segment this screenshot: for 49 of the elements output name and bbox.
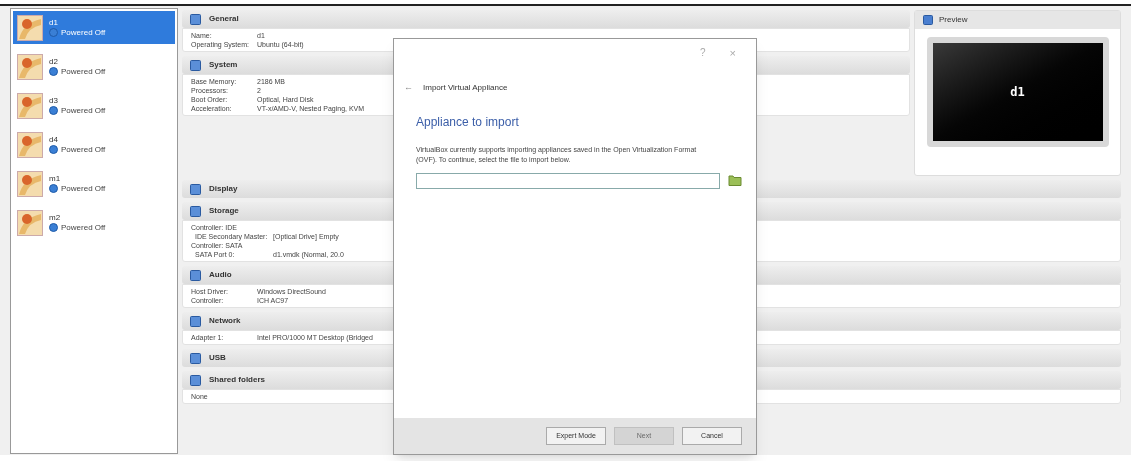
section-title: Network (209, 315, 241, 327)
power-off-icon (49, 223, 58, 232)
os-icon (17, 14, 43, 41)
vm-name: d4 (49, 134, 59, 145)
vm-name: m1 (49, 173, 62, 184)
section-title: System (209, 59, 238, 71)
section-title: General (209, 13, 239, 25)
vm-status: Powered Off (61, 183, 106, 194)
os-icon (17, 131, 43, 158)
section-title: Display (209, 183, 238, 195)
vm-status: Powered Off (61, 144, 106, 155)
folder-icon (728, 173, 742, 186)
section-title: Preview (939, 14, 968, 26)
preview-label: d1 (1010, 84, 1025, 101)
section-title: Audio (209, 269, 232, 281)
os-icon (17, 209, 43, 236)
folder-button[interactable] (728, 173, 742, 188)
vm-status: Powered Off (61, 222, 106, 233)
section-icon (190, 59, 201, 71)
os-icon (17, 170, 43, 197)
section-icon (190, 205, 201, 217)
file-path-field[interactable] (416, 172, 720, 189)
vm-name: d3 (49, 95, 59, 106)
vm-name: d1 (49, 17, 59, 28)
section-icon (190, 374, 201, 386)
section-title: Shared folders (209, 374, 265, 386)
power-off-icon (49, 145, 58, 154)
section-title: USB (209, 352, 226, 364)
section-title: Storage (209, 205, 239, 217)
vm-status: Powered Off (61, 66, 106, 77)
section-icon (190, 352, 201, 364)
section-icon (190, 183, 201, 195)
power-off-icon (49, 106, 58, 115)
power-off-icon (49, 67, 58, 76)
vm-list-item[interactable]: d1 Powered Off (13, 11, 175, 44)
vm-status: Powered Off (61, 27, 106, 38)
section-icon (190, 13, 201, 25)
section-icon (190, 315, 201, 327)
dialog-title: Import Virtual Appliance (423, 81, 508, 94)
section-icon (190, 269, 201, 281)
power-off-icon (49, 28, 58, 37)
vm-status: Powered Off (61, 105, 106, 116)
vm-name: d2 (49, 56, 59, 67)
os-icon (17, 53, 43, 80)
dialog-heading: Appliance to import (416, 113, 520, 131)
vm-name: m2 (49, 212, 62, 223)
os-icon (17, 92, 43, 119)
back-button[interactable]: ← (404, 81, 413, 95)
power-off-icon (49, 184, 58, 193)
